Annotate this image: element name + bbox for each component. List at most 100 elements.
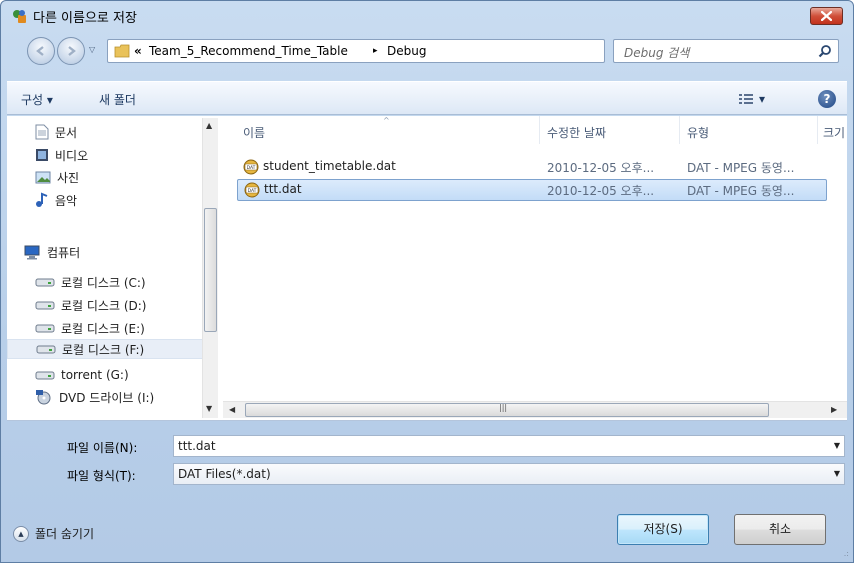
nav-item-pictures[interactable]: 사진 [35, 167, 79, 187]
view-options-button[interactable]: ▾ [739, 90, 785, 108]
file-name: ttt.dat [264, 182, 302, 196]
nav-item-label: 로컬 디스크 (E:) [61, 321, 145, 336]
scroll-right-icon[interactable]: ▶ [831, 405, 837, 414]
filename-dropdown-icon[interactable]: ▼ [834, 441, 840, 450]
drive-icon [35, 301, 55, 310]
breadcrumb-item[interactable]: Debug [387, 44, 426, 58]
close-icon [821, 11, 832, 21]
filetype-value: DAT Files(*.dat) [178, 467, 271, 481]
breadcrumb-item[interactable]: Team_5_Recommend_Time_Table [149, 44, 348, 58]
computer-icon [24, 245, 40, 259]
filetype-label: 파일 형식(T): [67, 469, 136, 483]
new-folder-button[interactable]: 새 폴더 [99, 91, 136, 108]
view-dropdown-icon: ▾ [759, 92, 766, 106]
nav-item-drive-c[interactable]: 로컬 디스크 (C:) [35, 272, 146, 292]
nav-item-drive-d[interactable]: 로컬 디스크 (D:) [35, 295, 146, 315]
column-divider[interactable] [817, 116, 818, 144]
file-list: 이름 ^ 수정한 날짜 유형 크기 DAT student_timetable.… [223, 116, 847, 421]
nav-item-label: 비디오 [55, 148, 89, 163]
collapse-up-icon: ▲ [13, 525, 29, 542]
column-header-size[interactable]: 크기 [823, 124, 845, 141]
nav-item-label: 로컬 디스크 (F:) [62, 342, 145, 357]
nav-item-label: 음악 [55, 193, 78, 208]
sort-ascending-icon: ^ [383, 116, 390, 125]
file-name: student_timetable.dat [263, 159, 396, 173]
file-list-horizontal-scrollbar[interactable]: ◀ ||| ▶ [223, 401, 847, 418]
column-divider[interactable] [679, 116, 680, 144]
browser-content: 문서 비디오 사진 음악 컴퓨터 로컬 디스크 (C:) 로컬 디스크 (D:)… [7, 116, 847, 421]
drive-icon [36, 345, 56, 354]
search-icon[interactable] [818, 44, 832, 58]
filetype-select[interactable]: DAT Files(*.dat) ▼ [173, 463, 845, 485]
nav-pane-scrollbar[interactable]: ▲ ▼ [202, 118, 218, 418]
drive-icon [35, 371, 55, 380]
file-type: DAT - MPEG 동영... [687, 184, 795, 198]
search-field[interactable]: Debug 검색 [613, 39, 839, 63]
nav-item-label: 사진 [57, 170, 80, 185]
forward-button[interactable] [57, 37, 85, 65]
save-as-dialog: 다른 이름으로 저장 ▽ « Team_5_Recommend_Time_Tab… [0, 0, 854, 563]
hide-folders-label: 폴더 숨기기 [35, 527, 95, 541]
scroll-down-icon[interactable]: ▼ [206, 404, 212, 413]
nav-item-label: 문서 [55, 125, 78, 140]
breadcrumb-separator-icon[interactable]: ▸ [373, 46, 378, 56]
command-bar: 구성 ▾ 새 폴더 ▾ ? [7, 81, 847, 115]
scroll-left-icon[interactable]: ◀ [229, 405, 235, 414]
folder-icon [114, 44, 130, 58]
file-modified: 2010-12-05 오후... [547, 184, 655, 198]
hide-folders-toggle[interactable]: ▲ 폴더 숨기기 [13, 525, 94, 542]
scrollbar-thumb[interactable] [204, 208, 217, 332]
close-button[interactable] [810, 7, 843, 25]
column-divider[interactable] [539, 116, 540, 144]
address-bar[interactable]: « Team_5_Recommend_Time_Table ▸ Debug ▼ [107, 39, 703, 63]
nav-item-documents[interactable]: 문서 [35, 122, 77, 142]
svg-text:DAT: DAT [248, 188, 257, 194]
window-title: 다른 이름으로 저장 [33, 11, 137, 26]
view-list-icon [739, 94, 753, 104]
breadcrumb-overflow[interactable]: « [134, 44, 142, 58]
nav-item-drive-e[interactable]: 로컬 디스크 (E:) [35, 318, 145, 338]
organize-menu[interactable]: 구성 ▾ [21, 91, 53, 108]
help-button[interactable]: ? [818, 90, 836, 108]
forward-arrow-icon [68, 46, 76, 56]
column-header-type[interactable]: 유형 [687, 124, 709, 141]
filename-label: 파일 이름(N): [67, 441, 138, 455]
document-icon [35, 124, 49, 140]
column-header-name[interactable]: 이름 [243, 124, 265, 141]
video-icon [36, 149, 48, 161]
save-button[interactable]: 저장(S) [617, 514, 709, 545]
scroll-up-icon[interactable]: ▲ [206, 121, 212, 130]
filename-input[interactable]: ttt.dat ▼ [173, 435, 845, 457]
picture-icon [35, 171, 51, 183]
file-modified: 2010-12-05 오후... [547, 161, 655, 175]
resize-grip-icon[interactable]: .: [844, 549, 849, 558]
history-dropdown-icon[interactable]: ▽ [89, 45, 95, 54]
file-row[interactable]: DAT student_timetable.dat 2010-12-05 오후.… [237, 156, 827, 178]
nav-item-music[interactable]: 음악 [35, 190, 77, 210]
scrollbar-grip-icon: ||| [499, 403, 508, 412]
title-bar: 다른 이름으로 저장 [1, 1, 853, 31]
dvd-icon [36, 390, 51, 405]
cancel-button[interactable]: 취소 [734, 514, 826, 545]
nav-item-computer[interactable]: 컴퓨터 [23, 242, 80, 262]
nav-item-videos[interactable]: 비디오 [35, 145, 88, 165]
svg-text:DAT: DAT [247, 165, 256, 171]
nav-item-drive-g[interactable]: torrent (G:) [35, 365, 129, 385]
column-header-modified[interactable]: 수정한 날짜 [547, 124, 606, 141]
nav-item-label: 로컬 디스크 (C:) [61, 275, 146, 290]
dat-file-icon: DAT [244, 182, 260, 198]
nav-item-drive-f[interactable]: 로컬 디스크 (F:) [7, 339, 203, 359]
file-type: DAT - MPEG 동영... [687, 161, 795, 175]
filetype-dropdown-icon[interactable]: ▼ [834, 469, 840, 478]
filename-value: ttt.dat [178, 439, 216, 453]
back-arrow-icon [36, 46, 44, 56]
nav-item-label: DVD 드라이브 (I:) [59, 390, 155, 405]
address-row: ▽ « Team_5_Recommend_Time_Table ▸ Debug … [1, 31, 853, 71]
nav-item-label: 컴퓨터 [47, 245, 81, 260]
navigation-pane: 문서 비디오 사진 음악 컴퓨터 로컬 디스크 (C:) 로컬 디스크 (D:)… [7, 116, 221, 421]
file-row-selected[interactable]: DAT ttt.dat 2010-12-05 오후... DAT - MPEG … [237, 179, 827, 201]
help-icon: ? [823, 92, 831, 106]
back-button[interactable] [27, 37, 55, 65]
nav-item-dvd-drive[interactable]: DVD 드라이브 (I:) [35, 387, 154, 407]
app-icon [13, 10, 26, 23]
